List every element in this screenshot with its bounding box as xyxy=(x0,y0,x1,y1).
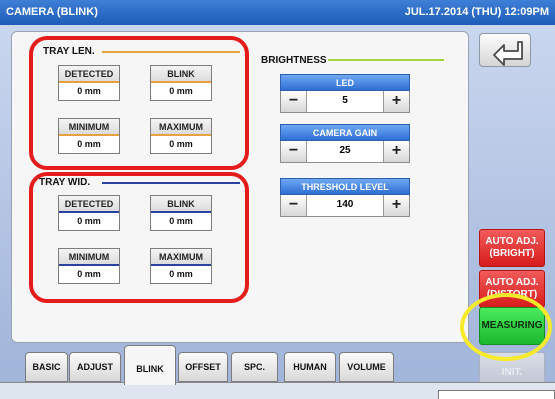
camera-gain-value: 25 xyxy=(339,145,351,156)
tab-offset[interactable]: OFFSET xyxy=(178,352,228,382)
threshold-minus-button[interactable]: − xyxy=(281,195,307,216)
camera-gain-minus-button[interactable]: − xyxy=(281,141,307,162)
camera-gain-plus-button[interactable]: + xyxy=(383,141,409,162)
tray-len-highlight xyxy=(29,36,249,170)
auto-adj-bright-button[interactable]: AUTO ADJ. (BRIGHT) xyxy=(479,229,545,267)
datetime: JUL.17.2014 (THU) 12:09PM xyxy=(404,6,549,18)
title-bar: CAMERA (BLINK) JUL.17.2014 (THU) 12:09PM xyxy=(0,0,555,25)
measuring-callout-circle xyxy=(460,293,552,361)
window-title: CAMERA (BLINK) xyxy=(6,6,98,18)
led-plus-button[interactable]: + xyxy=(383,91,409,112)
tab-human[interactable]: HUMAN xyxy=(284,352,336,382)
brightness-line xyxy=(328,59,444,61)
led-control: LED − 5 + xyxy=(280,74,410,113)
threshold-plus-button[interactable]: + xyxy=(383,195,409,216)
led-value: 5 xyxy=(342,95,348,106)
tab-blink[interactable]: BLINK xyxy=(124,345,176,385)
bottom-panel xyxy=(438,390,555,399)
tab-volume[interactable]: VOLUME xyxy=(339,352,394,382)
tab-spc[interactable]: SPC. xyxy=(231,352,278,382)
tab-adjust[interactable]: ADJUST xyxy=(69,352,121,382)
threshold-control: THRESHOLD LEVEL − 140 + xyxy=(280,178,410,217)
return-arrow-icon xyxy=(493,41,523,66)
camera-gain-control: CAMERA GAIN − 25 + xyxy=(280,124,410,163)
back-button[interactable] xyxy=(479,33,531,67)
threshold-value: 140 xyxy=(336,199,354,210)
led-minus-button[interactable]: − xyxy=(281,91,307,112)
brightness-label: BRIGHTNESS xyxy=(261,55,327,66)
tab-basic[interactable]: BASIC xyxy=(25,352,68,382)
tray-wid-highlight xyxy=(29,172,249,303)
